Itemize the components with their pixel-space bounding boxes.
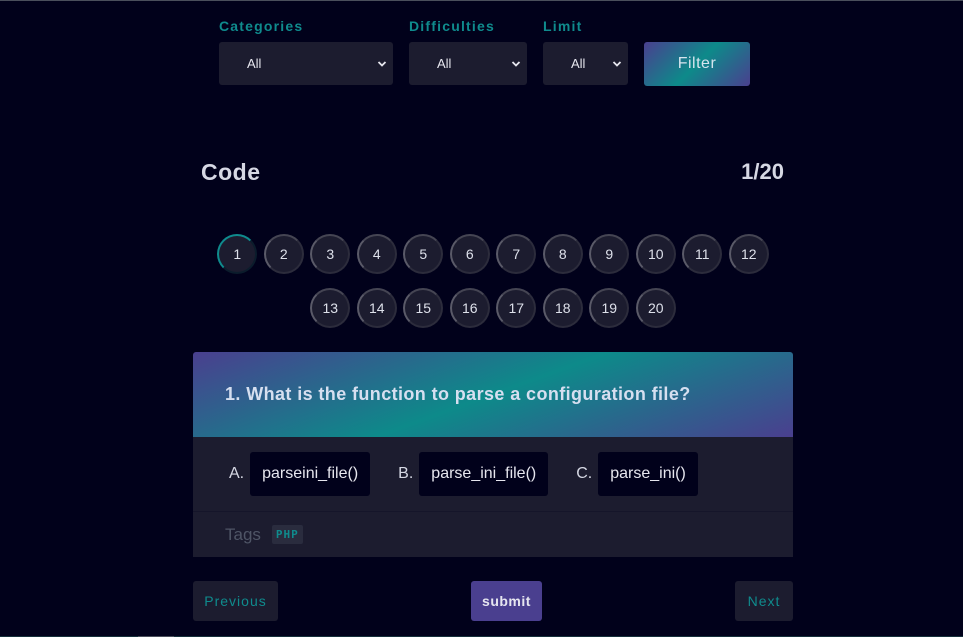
question-page-button[interactable]: 8 bbox=[542, 234, 583, 274]
limit-value: All bbox=[571, 56, 586, 71]
question-text: 1. What is the function to parse a confi… bbox=[193, 352, 793, 437]
question-page-button[interactable]: 9 bbox=[589, 234, 630, 274]
filter-bar: Categories All Difficulties All Limit Al… bbox=[219, 18, 750, 86]
option-b-button[interactable]: parse_ini_file() bbox=[419, 452, 549, 496]
categories-value: All bbox=[247, 56, 262, 71]
question-page-button[interactable]: 14 bbox=[356, 288, 397, 328]
submit-button[interactable]: submit bbox=[471, 581, 542, 621]
question-page-button[interactable]: 16 bbox=[449, 288, 490, 328]
option-letter: C. bbox=[576, 465, 593, 482]
question-page-button[interactable]: 4 bbox=[356, 234, 397, 274]
category-title: Code bbox=[201, 159, 261, 185]
question-page-button[interactable]: 6 bbox=[449, 234, 490, 274]
question-page-button[interactable]: 11 bbox=[682, 234, 723, 274]
difficulties-filter: Difficulties All bbox=[409, 18, 527, 85]
question-page-button[interactable]: 12 bbox=[728, 234, 769, 274]
question-page-button[interactable]: 15 bbox=[403, 288, 444, 328]
limit-filter: Limit All bbox=[543, 18, 628, 85]
categories-filter: Categories All bbox=[219, 18, 393, 85]
question-page-button[interactable]: 18 bbox=[542, 288, 583, 328]
question-page-button[interactable]: 20 bbox=[635, 288, 676, 328]
difficulties-select[interactable]: All bbox=[409, 42, 527, 85]
question-page-button[interactable]: 19 bbox=[589, 288, 630, 328]
tags-label: Tags bbox=[225, 524, 261, 544]
question-page-button[interactable]: 3 bbox=[310, 234, 351, 274]
option-c-button[interactable]: parse_ini() bbox=[598, 452, 698, 496]
difficulties-label: Difficulties bbox=[409, 18, 495, 34]
limit-select[interactable]: All bbox=[543, 42, 628, 85]
option-a-button[interactable]: parseini_file() bbox=[250, 452, 371, 496]
chevron-down-icon bbox=[511, 60, 521, 67]
question-page-button[interactable]: 10 bbox=[635, 234, 676, 274]
quiz-header: Code 1/20 bbox=[201, 159, 784, 186]
tags-row: Tags PHP bbox=[193, 512, 793, 557]
chevron-down-icon bbox=[612, 60, 622, 67]
answer-options: A. parseini_file() B. parse_ini_file() C… bbox=[193, 437, 793, 512]
question-page-button[interactable]: 17 bbox=[496, 288, 537, 328]
question-progress: 1/20 bbox=[741, 159, 784, 184]
question-page-button[interactable]: 5 bbox=[403, 234, 444, 274]
filter-button[interactable]: Filter bbox=[644, 42, 750, 86]
option-letter: B. bbox=[398, 465, 414, 482]
previous-button[interactable]: Previous bbox=[193, 581, 278, 621]
navigation-row: Previous submit Next bbox=[193, 581, 793, 621]
question-page-button[interactable]: 13 bbox=[310, 288, 351, 328]
question-card: 1. What is the function to parse a confi… bbox=[193, 352, 793, 557]
categories-label: Categories bbox=[219, 18, 304, 34]
difficulties-value: All bbox=[437, 56, 452, 71]
next-button[interactable]: Next bbox=[735, 581, 793, 621]
option-c: C. parse_ini() bbox=[576, 452, 698, 496]
tag-badge: PHP bbox=[271, 525, 303, 544]
question-pager: 1 2 3 4 5 6 7 8 9 10 11 12 13 14 15 16 17 18 19 20 bbox=[193, 234, 793, 328]
question-page-button[interactable]: 1 bbox=[217, 234, 258, 274]
chevron-down-icon bbox=[377, 60, 387, 67]
categories-select[interactable]: All bbox=[219, 42, 393, 85]
option-b: B. parse_ini_file() bbox=[398, 452, 549, 496]
question-page-button[interactable]: 2 bbox=[263, 234, 304, 274]
option-letter: A. bbox=[229, 465, 245, 482]
limit-label: Limit bbox=[543, 18, 583, 34]
option-a: A. parseini_file() bbox=[229, 452, 371, 496]
question-page-button[interactable]: 7 bbox=[496, 234, 537, 274]
